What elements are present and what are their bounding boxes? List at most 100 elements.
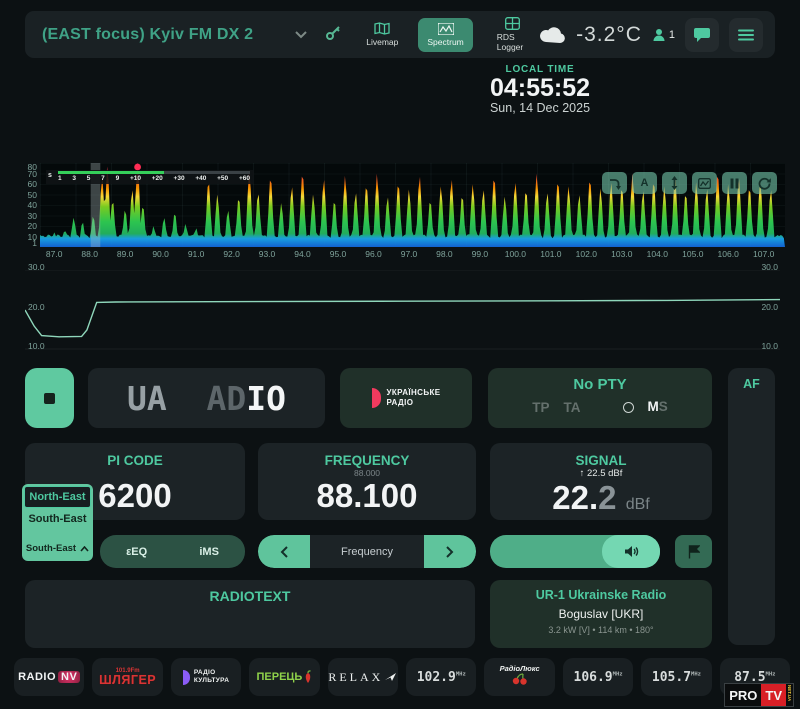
s-meter-tick: +40 — [195, 175, 206, 182]
spectrum-graph-button[interactable] — [692, 172, 717, 194]
spectrum-x-axis: 87.088.089.090.091.092.093.094.095.096.0… — [40, 249, 785, 260]
direction-select[interactable]: South-East — [24, 539, 91, 558]
chevron-up-icon — [80, 546, 89, 552]
report-flag-button[interactable] — [675, 535, 712, 568]
autoscale-button[interactable]: A — [632, 172, 657, 194]
station-logo-text: УКРАЇНСЬКЕ РАДІО — [387, 388, 441, 408]
s-meter-ticks: 13579+10+20+30+40+50+60 — [58, 175, 250, 182]
signal-graph — [25, 270, 780, 350]
dropdown-option[interactable]: South-East — [24, 508, 91, 530]
cherries-icon — [510, 673, 530, 685]
preset-lux[interactable]: РадіоЛюкс — [484, 658, 554, 696]
chevron-down-icon[interactable] — [295, 26, 307, 44]
x-tick: 104.0 — [647, 249, 668, 259]
perets-logo: ПЕРЕЦЬ — [256, 670, 312, 684]
s-meter-tick: +20 — [152, 175, 163, 182]
signal-graph-tick-10-right: 10.0 — [761, 341, 778, 351]
x-tick: 96.0 — [365, 249, 382, 259]
af-list-panel: AF — [728, 368, 775, 645]
admin-key-icon[interactable] — [325, 24, 342, 46]
ms-flag-s: S — [659, 399, 668, 414]
x-tick: 99.0 — [472, 249, 489, 259]
preset-freq-105.7[interactable]: 105.7MHz — [641, 658, 711, 696]
preset-freq-106.9[interactable]: 106.9MHz — [563, 658, 633, 696]
direction-selected-value: South-East — [26, 543, 76, 554]
signal-unit: dBf — [626, 496, 650, 513]
refresh-button[interactable] — [752, 172, 777, 194]
signal-value: 22.2 dBf — [490, 481, 712, 514]
nav-livemap[interactable]: Livemap — [366, 22, 398, 47]
station-logo-line2: РАДІО — [387, 398, 441, 408]
x-tick: 101.0 — [540, 249, 561, 259]
nav-rds-logger[interactable]: RDS Logger — [497, 17, 528, 52]
s-meter-tick: 9 — [116, 175, 120, 182]
x-tick: 87.0 — [46, 249, 63, 259]
radio-nv-logo: RADIONV — [18, 671, 80, 683]
ims-toggle[interactable]: iMS — [199, 546, 219, 558]
stop-icon — [44, 393, 55, 404]
station-logo-line1: УКРАЇНСЬКЕ — [387, 388, 441, 398]
x-tick: 100.0 — [505, 249, 526, 259]
x-tick: 90.0 — [152, 249, 169, 259]
nav-spectrum[interactable]: Spectrum — [418, 18, 472, 52]
dropdown-option[interactable]: North-East — [24, 486, 91, 508]
preset-shlyager[interactable]: 101.9FmШЛЯГЕР — [92, 658, 162, 696]
stepper-mode-label[interactable]: Frequency — [310, 535, 424, 568]
spectrum-y-axis: 80706050403020101 — [18, 163, 37, 247]
signal-graph-tick-10-left: 10.0 — [28, 341, 45, 351]
listeners-number: 1 — [669, 29, 675, 41]
chat-bubble-icon — [694, 27, 710, 42]
radio-lux-logo: РадіоЛюкс — [500, 665, 540, 689]
x-tick: 92.0 — [223, 249, 240, 259]
ps-segment — [187, 379, 207, 418]
s-meter-tick: 5 — [87, 175, 91, 182]
menu-button[interactable] — [729, 18, 763, 52]
preset-kultura[interactable]: РАДІОКУЛЬТУРА — [171, 658, 241, 696]
chat-button[interactable] — [685, 18, 719, 52]
preset-frequency: 105.7MHz — [652, 670, 701, 685]
x-tick: 89.0 — [117, 249, 134, 259]
radiotext-panel: RADIOTEXT — [25, 580, 475, 648]
pi-code-label: PI CODE — [25, 453, 245, 468]
af-label: AF — [728, 377, 775, 391]
preset-perets[interactable]: ПЕРЕЦЬ — [249, 658, 319, 696]
eq-toggle[interactable]: εEQ — [126, 546, 147, 558]
y-tick: 1 — [32, 238, 37, 248]
ps-name-panel: UA ADIO — [88, 368, 325, 428]
volume-slider-thumb[interactable] — [602, 535, 660, 568]
direction-options: North-EastSouth-East — [24, 486, 91, 530]
preset-frequency: 106.9MHz — [574, 670, 623, 685]
s-meter-tick: 1 — [58, 175, 62, 182]
x-tick: 102.0 — [576, 249, 597, 259]
x-tick: 103.0 — [611, 249, 632, 259]
relax-logo: RELAX — [328, 670, 397, 685]
frequency-up-button[interactable] — [424, 535, 476, 568]
preset-frequency: 102.9MHz — [417, 670, 466, 685]
preset-relax[interactable]: RELAX — [328, 658, 398, 696]
pause-button[interactable] — [722, 172, 747, 194]
signal-threshold-button[interactable] — [602, 172, 627, 194]
antenna-direction-dropdown: North-EastSouth-East South-East — [22, 484, 93, 561]
ps-segment: UA — [127, 379, 187, 418]
signal-graph-tick-20-left: 20.0 — [28, 302, 45, 312]
preset-radionv[interactable]: RADIONV — [14, 658, 84, 696]
signal-graph-tick-30-left: 30.0 — [28, 262, 45, 272]
presets-row: RADIONV 101.9FmШЛЯГЕР РАДІОКУЛЬТУРА ПЕРЕЦЬ R… — [14, 658, 790, 696]
signal-label: SIGNAL — [490, 453, 712, 468]
signal-panel: SIGNAL ↑ 22.5 dBf 22.2 dBf — [490, 443, 712, 520]
frequency-down-button[interactable] — [258, 535, 310, 568]
spectrum-plot[interactable]: s 13579+10+20+30+40+50+60 A — [40, 163, 785, 247]
vertical-zoom-button[interactable] — [662, 172, 687, 194]
ukrainske-radio-logo-icon — [372, 388, 381, 408]
preset-freq-102.9[interactable]: 102.9MHz — [406, 658, 476, 696]
station-info-panel: UR-1 Ukrainske Radio Boguslav [UKR] 3.2 … — [490, 580, 712, 648]
frequency-value[interactable]: 88.100 — [258, 479, 476, 512]
volume-slider[interactable] — [490, 535, 660, 568]
fm-dx-webserver: (EAST focus) Kyiv FM DX 2 Livemap Spectr… — [0, 0, 800, 709]
s-meter-tick: +60 — [239, 175, 250, 182]
shlyager-logo: 101.9FmШЛЯГЕР — [99, 668, 156, 687]
top-bar: (EAST focus) Kyiv FM DX 2 Livemap Spectr… — [25, 11, 775, 58]
s-meter: s 13579+10+20+30+40+50+60 — [46, 170, 254, 184]
stop-audio-button[interactable] — [25, 368, 74, 428]
protv-logo-pro: PRO — [725, 684, 761, 706]
